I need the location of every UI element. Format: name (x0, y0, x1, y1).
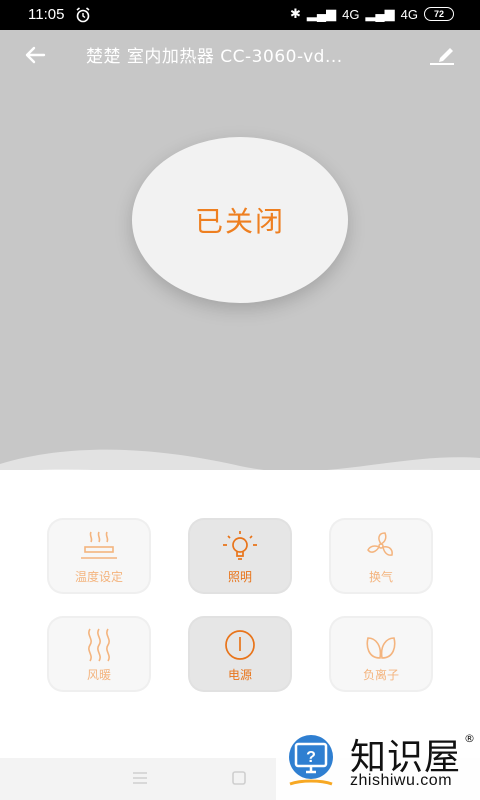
tile-label: 风暖 (86, 668, 111, 682)
battery-icon: 72 (424, 7, 454, 21)
status-indicators: ✱ ▂▄▆ 4G ▂▄▆ 4G 72 (290, 6, 454, 22)
tile-label: 照明 (227, 570, 252, 584)
leaf-icon (366, 637, 396, 659)
tile-label: 负离子 (362, 668, 399, 682)
temperature-setting-button[interactable]: 温度设定 (49, 520, 149, 592)
device-title: 楚楚 室内加热器 CC-3060-vd... (86, 47, 343, 67)
ventilation-button[interactable]: 换气 (331, 520, 431, 592)
light-bulb-icon (223, 531, 257, 560)
power-button[interactable]: 电源 (190, 618, 290, 690)
tile-label: 电源 (227, 668, 252, 682)
status-bar: 11:05 ✱ ▂▄▆ 4G ▂▄▆ 4G 72 (0, 0, 480, 30)
fan-icon (367, 532, 393, 556)
network-type-1: 4G (342, 6, 360, 22)
watermark-logo: ? (289, 735, 333, 786)
home-icon[interactable] (231, 770, 247, 786)
edit-icon[interactable] (428, 40, 456, 68)
heater-waves-icon (81, 531, 117, 559)
lighting-button[interactable]: 照明 (190, 520, 290, 592)
back-arrow-icon[interactable] (22, 42, 48, 68)
tile-label: 温度设定 (74, 570, 123, 584)
bluetooth-icon: ✱ (289, 6, 301, 21)
signal-icon-2: ▂▄▆ (365, 6, 395, 21)
power-icon (225, 630, 255, 660)
power-status-label: 已关闭 (194, 205, 285, 238)
menu-icon[interactable] (132, 771, 148, 785)
network-type-2: 4G (400, 6, 418, 22)
device-hero: 楚楚 室内加热器 CC-3060-vd... 已关闭 (0, 30, 480, 500)
tile-label: 换气 (368, 570, 393, 584)
control-panel: 温度设定 照明 换气 风暖 电源 负离子 (0, 470, 480, 760)
signal-icon: ▂▄▆ (306, 6, 337, 21)
registered-mark-icon: ® (464, 732, 475, 745)
svg-text:?: ? (306, 749, 316, 766)
warm-air-button[interactable]: 风暖 (49, 618, 149, 690)
watermark-name-en: zhishiwu.com (350, 772, 453, 789)
alarm-icon (76, 7, 90, 23)
watermark: ? 知识屋 ® zhishiwu.com (276, 722, 480, 800)
warm-air-icon (88, 628, 110, 662)
status-time: 11:05 (28, 6, 65, 23)
negative-ion-button[interactable]: 负离子 (331, 618, 431, 690)
power-status-button[interactable]: 已关闭 (132, 137, 348, 303)
